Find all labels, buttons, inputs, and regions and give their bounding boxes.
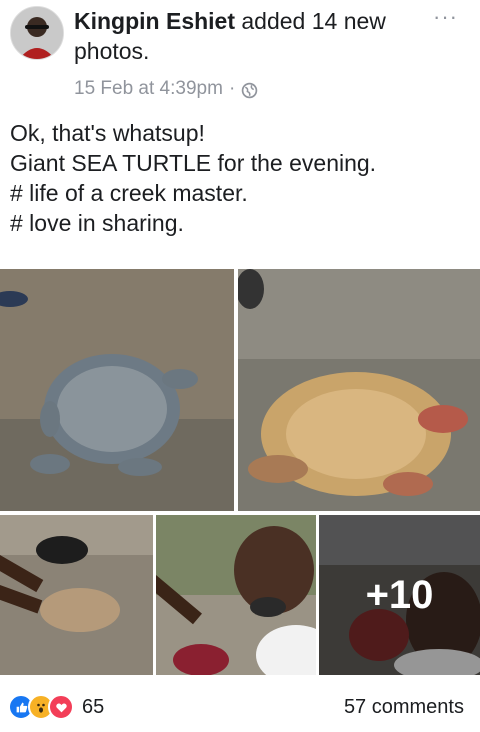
photo-cutting-turtle[interactable] bbox=[0, 515, 153, 675]
more-photos-count[interactable]: +10 bbox=[319, 515, 480, 675]
photo-turtle-underside[interactable] bbox=[238, 269, 480, 511]
post-text-line: # life of a creek master. bbox=[10, 180, 248, 206]
reactions-summary[interactable]: 65 bbox=[8, 694, 104, 720]
love-icon bbox=[48, 694, 74, 720]
post-text-line: Giant SEA TURTLE for the evening. bbox=[10, 150, 377, 176]
more-options-icon[interactable]: ··· bbox=[433, 4, 458, 30]
photo-more[interactable]: +10 bbox=[319, 515, 480, 675]
photo-grid: +10 bbox=[0, 269, 480, 675]
globe-icon bbox=[241, 81, 258, 98]
author-name[interactable]: Kingpin Eshiet bbox=[74, 8, 235, 34]
post-title-line: Kingpin Eshiet added 14 new photos. bbox=[74, 6, 424, 66]
photo-turtle-shell[interactable] bbox=[0, 269, 234, 511]
post-text-line: Ok, that's whatsup! bbox=[10, 120, 205, 146]
reaction-count: 65 bbox=[82, 695, 105, 718]
comments-count-link[interactable]: 57 comments bbox=[344, 696, 464, 719]
post-timestamp[interactable]: 15 Feb at 4:39pm bbox=[74, 76, 223, 102]
meta-separator: · bbox=[228, 78, 236, 99]
author-avatar[interactable] bbox=[10, 6, 64, 60]
post-header: Kingpin Eshiet added 14 new photos. 15 F… bbox=[0, 0, 480, 110]
photo-selfie-turtle[interactable] bbox=[156, 515, 316, 675]
post-meta: 15 Feb at 4:39pm · bbox=[74, 76, 258, 102]
post-footer: 65 57 comments bbox=[0, 688, 480, 728]
post-text-line: # love in sharing. bbox=[10, 210, 184, 236]
post-text: Ok, that's whatsup! Giant SEA TURTLE for… bbox=[10, 118, 470, 238]
